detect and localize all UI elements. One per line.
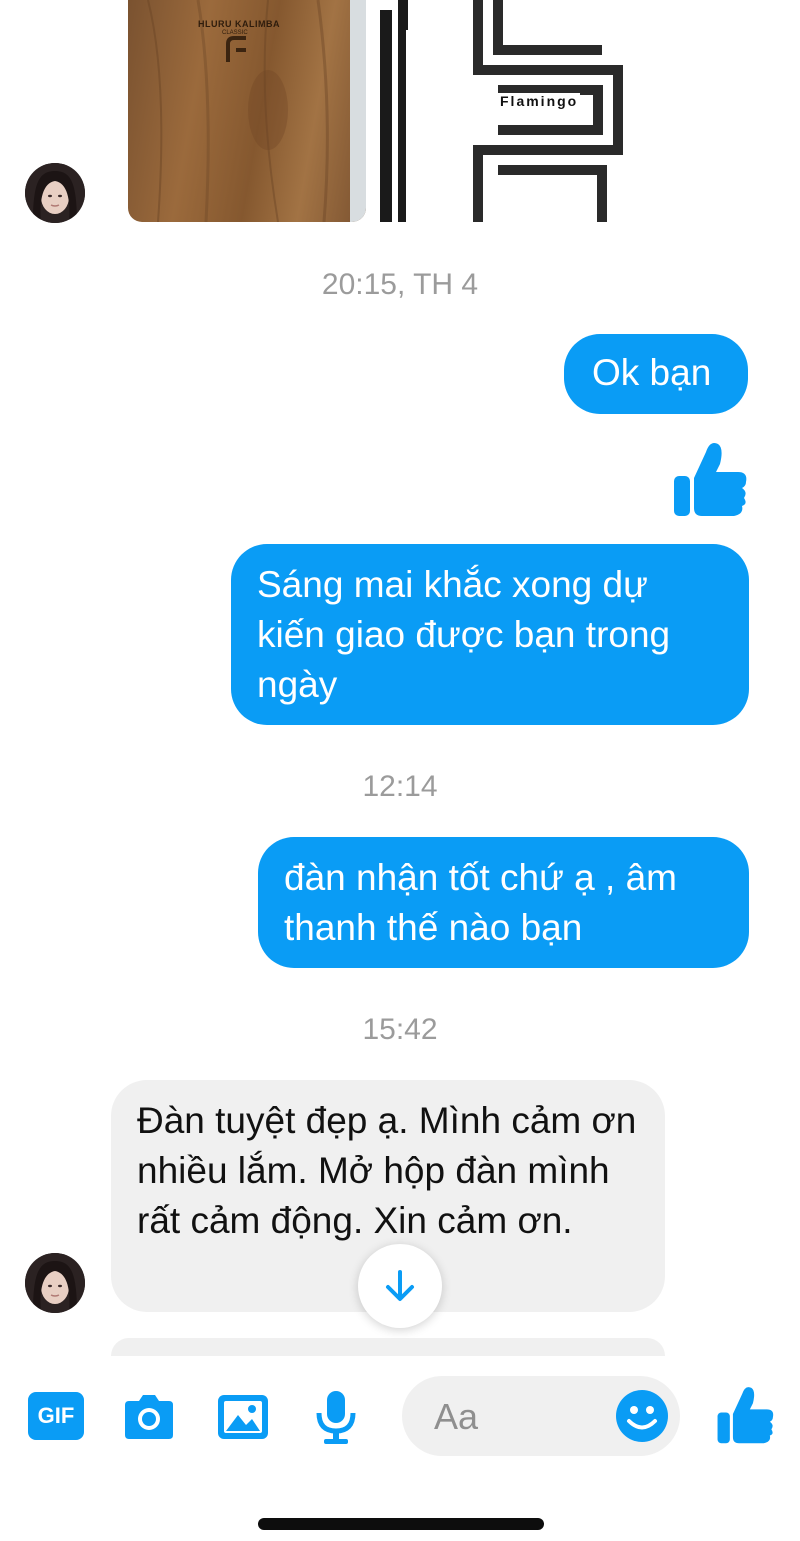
message-text: Đàn tuyệt đẹp ạ. Mình cảm ơn nhiều lắm. … [137,1100,637,1241]
home-indicator[interactable] [258,1518,544,1530]
outgoing-message[interactable]: đàn nhận tốt chứ ạ , âm thanh thế nào bạ… [258,837,749,968]
photo-engraving-subtext: CLASSIC [222,30,248,36]
emoji-button[interactable] [614,1388,670,1444]
engraved-f-logo [226,36,246,62]
microphone-button[interactable] [310,1388,362,1446]
contact-avatar[interactable] [25,163,85,223]
shared-photo-kalimba[interactable]: HLURU KALIMBA CLASSIC [128,0,366,222]
gif-label: GIF [37,1403,75,1428]
outgoing-message[interactable]: Sáng mai khắc xong dự kiến giao được bạn… [231,544,749,725]
scroll-to-bottom-button[interactable] [358,1244,442,1328]
image-icon [218,1395,268,1439]
message-text: Ok bạn [592,352,712,393]
camera-button[interactable] [120,1390,178,1444]
photo-engraving-text: HLURU KALIMBA [198,19,280,29]
incoming-message-partial[interactable] [111,1338,665,1356]
contact-avatar[interactable] [25,1253,85,1313]
arrow-down-icon [386,1270,414,1301]
image-button[interactable] [214,1390,272,1444]
emoji-icon [616,1390,668,1442]
timestamp: 20:15, TH 4 [321,268,479,301]
thumbs-up-icon [717,1387,774,1444]
message-composer[interactable] [402,1376,680,1456]
gif-icon: GIF [28,1392,84,1440]
camera-icon [125,1395,173,1439]
gif-button[interactable]: GIF [27,1390,85,1442]
logo-text: Flamingo [498,93,581,109]
shared-image-flamingo-logo[interactable]: Flamingo [370,0,626,222]
microphone-icon [316,1391,356,1444]
outgoing-thumbs-up-icon[interactable] [672,438,750,518]
message-input[interactable] [432,1394,616,1440]
message-text: Sáng mai khắc xong dự kiến giao được bạn… [257,564,671,705]
timestamp: 12:14 [362,770,438,803]
message-text: đàn nhận tốt chứ ạ , âm thanh thế nào bạ… [284,857,677,948]
outgoing-message[interactable]: Ok bạn [564,334,748,414]
send-like-button[interactable] [716,1382,776,1446]
timestamp: 15:42 [362,1013,438,1046]
